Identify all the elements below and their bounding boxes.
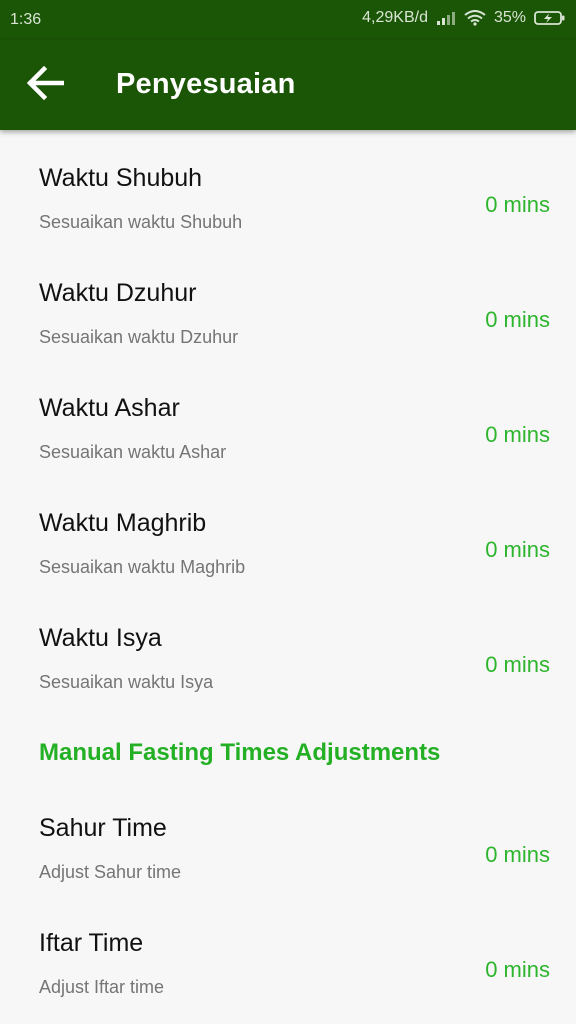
battery-percent: 35%	[493, 9, 526, 26]
pref-summary: Adjust Iftar time	[39, 977, 165, 997]
pref-summary: Sesuaikan waktu Dzuhur	[39, 327, 239, 347]
pref-row-sahur[interactable]: Sahur Time Adjust Sahur time 0 mins	[0, 782, 576, 897]
status-indicators: 4,29KB/d 35%	[362, 9, 566, 27]
pref-summary: Sesuaikan waktu Ashar	[39, 442, 227, 462]
pref-row-maghrib[interactable]: Waktu Maghrib Sesuaikan waktu Maghrib 0 …	[0, 475, 576, 590]
battery-charging-icon	[534, 10, 566, 26]
pref-value: 0 mins	[485, 537, 550, 562]
pref-value: 0 mins	[485, 307, 550, 332]
pref-title: Waktu Dzuhur	[39, 279, 197, 307]
pref-title: Waktu Isya	[39, 624, 162, 652]
signal-icon	[436, 10, 456, 26]
app-bar: Penyesuaian	[0, 40, 576, 130]
network-speed: 4,29KB/d	[362, 9, 428, 26]
pref-title: Waktu Shubuh	[39, 164, 203, 192]
wifi-icon	[464, 10, 486, 26]
pref-value: 0 mins	[485, 652, 550, 677]
fasting-section-header: Manual Fasting Times Adjustments	[0, 705, 576, 782]
page-title: Penyesuaian	[116, 68, 296, 100]
pref-row-isya[interactable]: Waktu Isya Sesuaikan waktu Isya 0 mins	[0, 590, 576, 705]
pref-summary: Sesuaikan waktu Isya	[39, 672, 214, 692]
pref-title: Waktu Ashar	[39, 394, 180, 422]
adjustments-list: Waktu Shubuh Sesuaikan waktu Shubuh 0 mi…	[0, 130, 576, 1012]
pref-row-dzuhur[interactable]: Waktu Dzuhur Sesuaikan waktu Dzuhur 0 mi…	[0, 245, 576, 360]
pref-value: 0 mins	[485, 422, 550, 447]
pref-value: 0 mins	[485, 192, 550, 217]
pref-title: Waktu Maghrib	[39, 509, 207, 537]
pref-value: 0 mins	[485, 842, 550, 867]
status-time: 1:36	[10, 11, 42, 28]
pref-title: Iftar Time	[39, 929, 144, 957]
pref-summary: Sesuaikan waktu Shubuh	[39, 212, 243, 232]
pref-summary: Sesuaikan waktu Maghrib	[39, 557, 246, 577]
pref-summary: Adjust Sahur time	[39, 862, 182, 882]
pref-title: Sahur Time	[39, 814, 167, 842]
section-header-label: Manual Fasting Times Adjustments	[39, 739, 441, 766]
arrow-back-icon	[26, 65, 65, 105]
pref-row-iftar[interactable]: Iftar Time Adjust Iftar time 0 mins	[0, 897, 576, 1012]
pref-row-shubuh[interactable]: Waktu Shubuh Sesuaikan waktu Shubuh 0 mi…	[0, 130, 576, 245]
pref-row-ashar[interactable]: Waktu Ashar Sesuaikan waktu Ashar 0 mins	[0, 360, 576, 475]
pref-value: 0 mins	[485, 957, 550, 982]
status-bar: 1:36 4,29KB/d 35%	[0, 0, 576, 40]
back-button[interactable]	[20, 60, 70, 110]
